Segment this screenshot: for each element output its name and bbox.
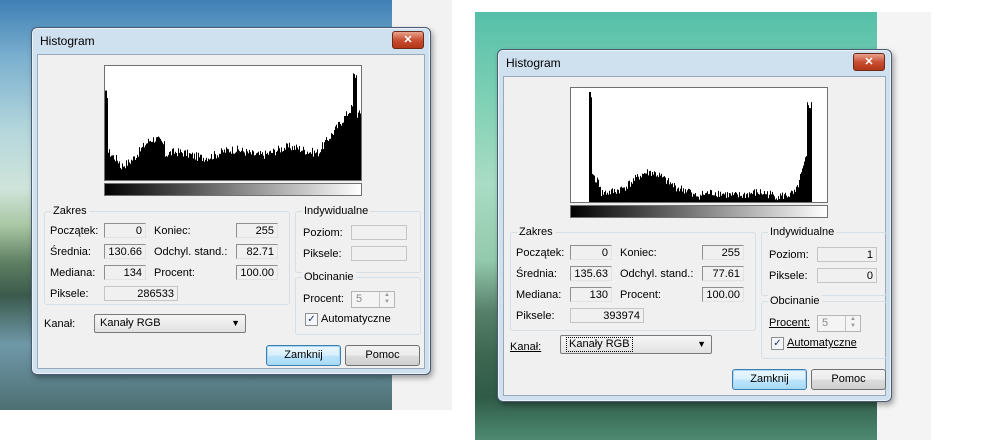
percent-label: Procent: — [154, 267, 195, 279]
intensity-gradient-bar — [570, 205, 828, 218]
close-icon[interactable]: ✕ — [853, 53, 885, 71]
median-value: 130 — [570, 287, 612, 302]
level-label: Poziom: — [303, 227, 343, 239]
start-label: Początek: — [50, 225, 99, 237]
end-value: 255 — [702, 245, 744, 260]
histogram-plot — [570, 87, 828, 203]
clip-percent-value: 5 — [822, 317, 829, 329]
clip-percent-stepper[interactable]: 5 ▲ ▼ — [351, 291, 395, 308]
histogram-area — [105, 73, 361, 180]
ind-pixels-value — [351, 246, 407, 261]
clip-percent-label: Procent: — [303, 293, 344, 305]
stepper-down-icon[interactable]: ▼ — [380, 299, 394, 306]
stddev-label: Odchyl. stand.: — [620, 268, 694, 280]
channel-select-value: Kanały RGB — [100, 317, 161, 329]
clip-percent-stepper[interactable]: 5 ▲ ▼ — [817, 315, 861, 332]
mean-value: 135.63 — [570, 266, 612, 281]
histogram-dialog-2: Histogram ✕ Zakres Początek: 0 Koniec: 2… — [497, 49, 892, 402]
percent-value: 100.00 — [702, 287, 744, 302]
individual-group: Indywidualne — [761, 226, 887, 296]
ind-pixels-label: Piksele: — [769, 270, 808, 282]
stepper-buttons[interactable]: ▲ ▼ — [379, 292, 394, 307]
dialog-client: Zakres Początek: 0 Koniec: 255 Średnia: … — [503, 76, 887, 396]
level-value — [351, 225, 407, 240]
channel-select[interactable]: Kanały RGB ▼ — [94, 314, 246, 333]
dialog-title: Histogram — [506, 56, 561, 70]
level-label: Poziom: — [769, 249, 809, 261]
mean-value: 130.66 — [104, 244, 146, 259]
pixels-value: 286533 — [104, 286, 178, 301]
percent-label: Procent: — [620, 289, 661, 301]
ind-pixels-label: Piksele: — [303, 248, 342, 260]
clip-percent-label: Procent: — [769, 317, 810, 329]
end-label: Koniec: — [620, 247, 657, 259]
stepper-up-icon[interactable]: ▲ — [846, 316, 860, 323]
stepper-up-icon[interactable]: ▲ — [380, 292, 394, 299]
median-label: Mediana: — [516, 289, 562, 301]
help-button[interactable]: Pomoc — [345, 345, 420, 366]
histogram-area — [571, 92, 827, 202]
stddev-value: 82.71 — [236, 244, 278, 259]
clip-group-title: Obcinanie — [302, 271, 356, 283]
dialog-title: Histogram — [40, 34, 95, 48]
mean-label: Średnia: — [50, 246, 91, 258]
chevron-down-icon: ▼ — [697, 339, 706, 349]
mean-label: Średnia: — [516, 268, 557, 280]
auto-label[interactable]: Automatyczne — [787, 337, 857, 349]
individual-group-title: Indywidualne — [768, 226, 837, 238]
pixels-value: 393974 — [570, 308, 644, 323]
histogram-plot — [104, 65, 362, 181]
checkmark-icon: ✓ — [307, 314, 316, 325]
start-label: Początek: — [516, 247, 565, 259]
ind-pixels-value: 0 — [817, 268, 877, 283]
dialog-client: Zakres Początek: 0 Koniec: 255 Średnia: … — [37, 54, 425, 369]
end-label: Koniec: — [154, 225, 191, 237]
channel-select[interactable]: Kanały RGB ▼ — [560, 335, 712, 354]
channel-label: Kanał: — [510, 341, 542, 353]
median-value: 134 — [104, 265, 146, 280]
stepper-down-icon[interactable]: ▼ — [846, 323, 860, 330]
stepper-buttons[interactable]: ▲ ▼ — [845, 316, 860, 331]
level-value: 1 — [817, 247, 877, 262]
intensity-gradient-bar — [104, 183, 362, 196]
channel-label: Kanał: — [44, 318, 76, 330]
clip-percent-value: 5 — [356, 293, 363, 305]
help-button[interactable]: Pomoc — [811, 369, 886, 390]
histogram-graph — [571, 92, 827, 202]
close-button[interactable]: Zamknij — [732, 369, 807, 390]
stddev-label: Odchyl. stand.: — [154, 246, 228, 258]
pixels-label: Piksele: — [50, 288, 89, 300]
title-bar[interactable]: Histogram ✕ — [32, 28, 430, 54]
chevron-down-icon: ▼ — [231, 318, 240, 328]
individual-group-title: Indywidualne — [302, 205, 371, 217]
range-group-title: Zakres — [51, 205, 89, 217]
title-bar[interactable]: Histogram ✕ — [498, 50, 891, 76]
pixels-label: Piksele: — [516, 310, 555, 322]
histogram-dialog-1: Histogram ✕ Zakres Początek: 0 Koniec: 2… — [31, 27, 431, 375]
start-value: 0 — [104, 223, 146, 238]
clip-group-title: Obcinanie — [768, 295, 822, 307]
range-group-title: Zakres — [517, 226, 555, 238]
close-button[interactable]: Zamknij — [266, 345, 341, 366]
end-value: 255 — [236, 223, 278, 238]
stddev-value: 77.61 — [702, 266, 744, 281]
start-value: 0 — [570, 245, 612, 260]
auto-label[interactable]: Automatyczne — [321, 313, 391, 325]
auto-checkbox[interactable]: ✓ — [771, 337, 784, 350]
individual-group: Indywidualne — [295, 205, 421, 273]
median-label: Mediana: — [50, 267, 96, 279]
checkmark-icon: ✓ — [773, 338, 782, 349]
auto-checkbox[interactable]: ✓ — [305, 313, 318, 326]
histogram-graph — [105, 73, 361, 180]
channel-select-value: Kanały RGB — [566, 337, 633, 352]
close-icon[interactable]: ✕ — [392, 31, 424, 49]
percent-value: 100.00 — [236, 265, 278, 280]
